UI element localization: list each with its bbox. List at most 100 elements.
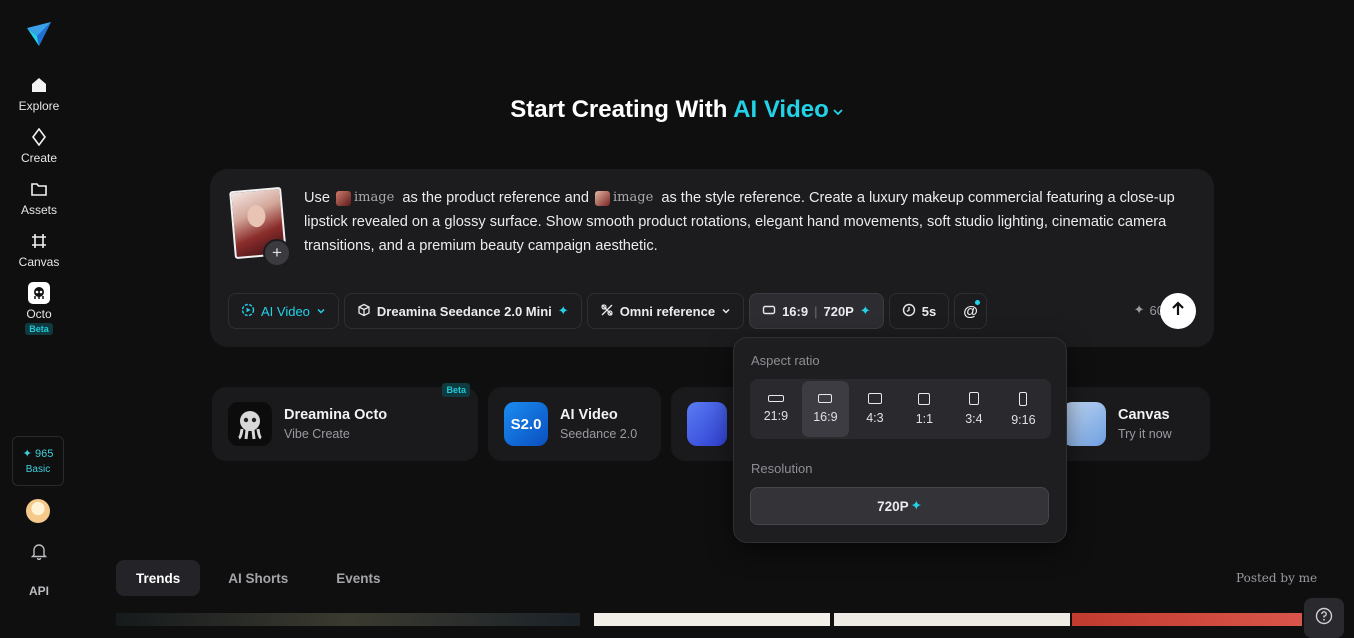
sidebar-item-label: Create bbox=[20, 151, 58, 165]
feed-thumbnail[interactable] bbox=[594, 613, 830, 626]
chip-label: image bbox=[613, 190, 654, 206]
at-icon: @ bbox=[963, 302, 978, 320]
aspect-ratio-options: 21:9 16:9 4:3 1:1 3:4 9:16 bbox=[750, 379, 1051, 439]
resolution-option-720p[interactable]: 720P ✦ bbox=[750, 487, 1049, 525]
card-canvas[interactable]: Canvas Try it now bbox=[1042, 387, 1210, 461]
card-subtitle: Seedance 2.0 bbox=[560, 427, 638, 441]
ratio-shape-icon bbox=[1019, 391, 1028, 406]
card-title: AI Video bbox=[560, 407, 618, 423]
question-icon bbox=[1315, 607, 1333, 630]
tab-trends[interactable]: Trends bbox=[116, 560, 201, 596]
card-subtitle: Vibe Create bbox=[284, 427, 350, 441]
posted-by-me-filter[interactable]: Posted by me bbox=[1236, 571, 1317, 585]
dreamina-logo-icon[interactable] bbox=[25, 20, 53, 48]
mention-button[interactable]: @ bbox=[954, 293, 987, 329]
ratio-label: 4:3 bbox=[866, 411, 884, 425]
feed-tabs: Trends AI Shorts Events bbox=[116, 560, 401, 596]
tab-ai-shorts[interactable]: AI Shorts bbox=[208, 560, 308, 596]
prompt-segment: Use bbox=[304, 190, 330, 206]
reference-mode-dropdown[interactable]: Omni reference bbox=[586, 293, 745, 329]
ratio-label: 3:4 bbox=[965, 412, 983, 426]
octo-icon bbox=[28, 281, 50, 304]
ratio-option-9-16[interactable]: 9:16 bbox=[1000, 381, 1048, 437]
ratio-option-16-9[interactable]: 16:9 bbox=[801, 381, 850, 437]
tab-events[interactable]: Events bbox=[316, 560, 400, 596]
page-title: Start Creating With AI Video bbox=[0, 96, 1354, 125]
model-selector[interactable]: Dreamina Seedance 2.0 Mini ✦ bbox=[343, 293, 582, 329]
chevron-down-icon bbox=[832, 97, 844, 125]
ratio-label: 1:1 bbox=[915, 411, 934, 426]
api-link[interactable]: API bbox=[0, 584, 78, 598]
chip-label: image bbox=[354, 190, 395, 206]
sparkle-icon: ✦ bbox=[22, 448, 32, 460]
octo-mascot-icon bbox=[228, 402, 272, 446]
card-ai-video[interactable]: S2.0 AI Video Seedance 2.0 bbox=[488, 387, 661, 461]
canvas-grid-icon bbox=[29, 231, 49, 251]
bell-icon[interactable] bbox=[30, 542, 48, 561]
credits-value: ✦ 965 bbox=[23, 447, 54, 460]
sparkle-diamond-icon bbox=[29, 127, 49, 147]
reference-image-stack[interactable]: + bbox=[229, 186, 294, 267]
sidebar: Explore Create Assets Canvas Octo Beta bbox=[0, 0, 78, 626]
feed-thumbnail[interactable] bbox=[116, 613, 580, 626]
image-reference-chip[interactable]: image bbox=[595, 186, 653, 210]
ratio-shape-icon bbox=[968, 392, 979, 405]
sidebar-item-octo[interactable]: Octo Beta bbox=[0, 276, 78, 340]
ratio-resolution-button[interactable]: 16:9 | 720P ✦ bbox=[749, 293, 884, 329]
chevron-down-icon bbox=[316, 304, 326, 319]
chevron-down-icon bbox=[721, 304, 731, 319]
ratio-option-21-9[interactable]: 21:9 bbox=[752, 381, 800, 437]
sidebar-item-label: Assets bbox=[20, 203, 57, 217]
ratio-shape-icon bbox=[867, 393, 882, 404]
resolution-value: 720P bbox=[877, 498, 909, 514]
mode-dropdown[interactable]: AI Video bbox=[228, 293, 339, 329]
card-dreamina-octo[interactable]: Dreamina Octo Vibe Create Beta bbox=[212, 383, 478, 461]
duration-button[interactable]: 5s bbox=[888, 293, 950, 329]
duration-label: 5s bbox=[921, 303, 937, 319]
card-subtitle: Try it now bbox=[1118, 427, 1172, 441]
sparkle-icon: ✦ bbox=[910, 498, 922, 513]
ratio-option-1-1[interactable]: 1:1 bbox=[901, 381, 949, 437]
mode-selector[interactable]: AI Video bbox=[733, 96, 844, 123]
mode-label: AI Video bbox=[261, 303, 310, 319]
generate-button[interactable] bbox=[1160, 293, 1196, 329]
omni-reference-icon bbox=[600, 303, 614, 320]
sidebar-item-assets[interactable]: Assets bbox=[0, 172, 78, 224]
ratio-shape-icon bbox=[918, 392, 931, 405]
feed-thumbnail[interactable] bbox=[1072, 613, 1302, 626]
beta-badge: Beta bbox=[25, 322, 53, 335]
prompt-card: + Use image as the product reference and… bbox=[210, 169, 1214, 347]
aspect-ratio-label: Aspect ratio bbox=[751, 353, 820, 368]
sidebar-item-label: Canvas bbox=[18, 255, 60, 269]
arrow-up-icon bbox=[1170, 300, 1186, 322]
image-thumbnail-icon bbox=[336, 190, 352, 206]
aspect-ratio-icon bbox=[762, 303, 776, 320]
folder-icon bbox=[29, 179, 49, 199]
avatar[interactable] bbox=[26, 499, 50, 523]
feature-icon bbox=[687, 402, 727, 446]
sparkle-icon: ✦ bbox=[1133, 302, 1145, 317]
resolution-label: Resolution bbox=[751, 461, 813, 476]
help-button[interactable] bbox=[1304, 598, 1344, 638]
beta-badge: Beta bbox=[442, 383, 470, 397]
feed-thumbnail[interactable] bbox=[834, 613, 1070, 626]
prompt-input[interactable]: Use image as the product reference and i… bbox=[304, 186, 1200, 258]
home-icon bbox=[29, 75, 49, 95]
ratio-option-3-4[interactable]: 3:4 bbox=[950, 381, 998, 437]
ratio-label: 9:16 bbox=[1011, 412, 1036, 427]
cube-icon bbox=[357, 303, 371, 320]
ratio-shape-icon bbox=[818, 394, 833, 403]
sidebar-item-canvas[interactable]: Canvas bbox=[0, 224, 78, 276]
video-mode-icon bbox=[241, 303, 255, 320]
ratio-option-4-3[interactable]: 4:3 bbox=[851, 381, 899, 437]
canvas-icon bbox=[1062, 402, 1106, 446]
credits-box[interactable]: ✦ 965 Basic bbox=[12, 436, 64, 486]
sparkle-icon: ✦ bbox=[859, 303, 871, 318]
sidebar-item-create[interactable]: Create bbox=[0, 120, 78, 172]
ratio-label: 16:9 bbox=[782, 303, 809, 319]
notification-dot bbox=[974, 300, 980, 305]
seedance-icon: S2.0 bbox=[504, 402, 548, 446]
image-reference-chip[interactable]: image bbox=[336, 186, 394, 210]
add-reference-button[interactable]: + bbox=[263, 239, 291, 267]
reference-label: Omni reference bbox=[619, 303, 716, 319]
